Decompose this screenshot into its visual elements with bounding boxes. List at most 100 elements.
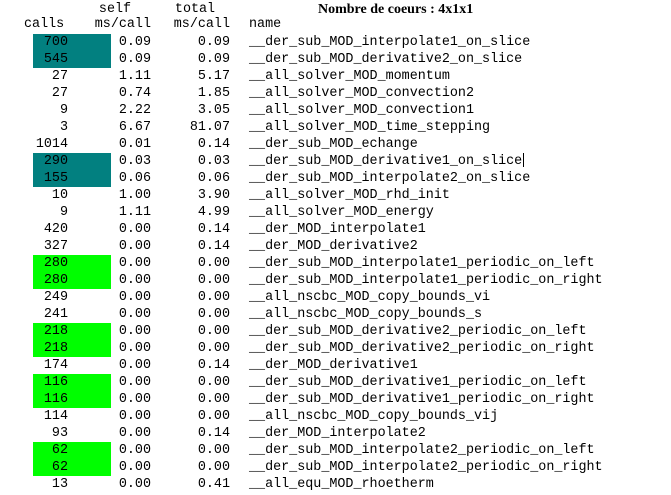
function-name-cell: __der_sub_MOD_echange bbox=[249, 137, 418, 152]
table-row: 116 0.00 0.00 __der_sub_MOD_derivative1_per… bbox=[0, 391, 671, 408]
self-ms-cell: 0.00 bbox=[118, 358, 151, 373]
calls-cell: 62 bbox=[51, 460, 68, 475]
table-row: 327 0.00 0.14 __der_MOD_derivative2 bbox=[0, 238, 671, 255]
function-name-cell: __all_solver_MOD_momentum bbox=[249, 69, 450, 84]
table-row: 116 0.00 0.00 __der_sub_MOD_derivative1_per… bbox=[0, 374, 671, 391]
table-row: 1014 0.01 0.14 __der_sub_MOD_echange bbox=[0, 136, 671, 153]
calls-cell: 1014 bbox=[35, 137, 68, 152]
self-ms-cell: 0.00 bbox=[118, 409, 151, 424]
function-name-cell: __der_sub_MOD_interpolate1_periodic_on_r… bbox=[249, 273, 603, 288]
self-ms-cell: 0.00 bbox=[118, 290, 151, 305]
self-ms-cell: 0.00 bbox=[118, 392, 151, 407]
function-name-cell: __der_sub_MOD_interpolate2_periodic_on_l… bbox=[249, 443, 595, 458]
calls-cell: 93 bbox=[51, 426, 68, 441]
table-row: 218 0.00 0.00 __der_sub_MOD_derivative2_per… bbox=[0, 340, 671, 357]
self-ms-cell: 0.03 bbox=[118, 154, 151, 169]
total-ms-cell: 0.14 bbox=[197, 239, 230, 254]
self-ms-cell: 0.00 bbox=[118, 375, 151, 390]
table-row: 700 0.09 0.09 __der_sub_MOD_interpolate1_on… bbox=[0, 34, 671, 51]
calls-cell: 114 bbox=[43, 409, 68, 424]
table-row: 241 0.00 0.00 __all_nscbc_MOD_copy_bounds_s bbox=[0, 306, 671, 323]
table-row: 62 0.00 0.00 __der_sub_MOD_interpolate2_per… bbox=[0, 459, 671, 476]
function-name-cell: __der_MOD_derivative1 bbox=[249, 358, 418, 373]
function-name-cell: __all_nscbc_MOD_copy_bounds_s bbox=[249, 307, 483, 322]
header-self-unit: ms/call bbox=[94, 17, 151, 32]
table-row: 280 0.00 0.00 __der_sub_MOD_interpolate1_pe… bbox=[0, 272, 671, 289]
function-name-cell: __all_nscbc_MOD_copy_bounds_vi bbox=[249, 290, 491, 305]
header-total: total bbox=[174, 2, 216, 17]
self-ms-cell: 0.00 bbox=[118, 477, 151, 492]
function-name-cell: __all_equ_MOD_rhoetherm bbox=[249, 477, 434, 492]
table-row: 9 1.11 4.99 __all_solver_MOD_energy bbox=[0, 204, 671, 221]
table-row: 420 0.00 0.14 __der_MOD_interpolate1 bbox=[0, 221, 671, 238]
total-ms-cell: 0.14 bbox=[197, 222, 230, 237]
total-ms-cell: 0.00 bbox=[197, 307, 230, 322]
function-name-cell: __der_MOD_interpolate2 bbox=[249, 426, 426, 441]
total-ms-cell: 3.05 bbox=[197, 103, 230, 118]
function-name-cell: __all_nscbc_MOD_copy_bounds_vij bbox=[249, 409, 499, 424]
self-ms-cell: 0.09 bbox=[118, 52, 151, 67]
table-row: 155 0.06 0.06 __der_sub_MOD_interpolate2_on… bbox=[0, 170, 671, 187]
table-row: 280 0.00 0.00 __der_sub_MOD_interpolate1_pe… bbox=[0, 255, 671, 272]
self-ms-cell: 0.00 bbox=[118, 341, 151, 356]
calls-cell: 280 bbox=[43, 256, 68, 271]
total-ms-cell: 3.90 bbox=[197, 188, 230, 203]
function-name-cell: __der_MOD_derivative2 bbox=[249, 239, 418, 254]
calls-cell: 116 bbox=[43, 375, 68, 390]
self-ms-cell: 0.06 bbox=[118, 171, 151, 186]
self-ms-cell: 0.00 bbox=[118, 307, 151, 322]
page-title: Nombre de coeurs : 4x1x1 bbox=[318, 2, 474, 17]
total-ms-cell: 5.17 bbox=[197, 69, 230, 84]
table-row: 9 2.22 3.05 __all_solver_MOD_convection1 bbox=[0, 102, 671, 119]
calls-cell: 290 bbox=[43, 154, 68, 169]
calls-cell: 13 bbox=[51, 477, 68, 492]
self-ms-cell: 0.09 bbox=[118, 35, 151, 50]
function-name-cell: __der_sub_MOD_interpolate1_periodic_on_l… bbox=[249, 256, 595, 271]
function-name-cell: __der_sub_MOD_derivative1_on_slice bbox=[249, 153, 525, 169]
self-ms-cell: 0.00 bbox=[118, 273, 151, 288]
function-name-cell: __der_sub_MOD_derivative2_periodic_on_le… bbox=[249, 324, 587, 339]
function-name-cell: __all_solver_MOD_convection2 bbox=[249, 86, 474, 101]
calls-cell: 10 bbox=[51, 188, 68, 203]
total-ms-cell: 0.00 bbox=[197, 256, 230, 271]
self-ms-cell: 0.01 bbox=[118, 137, 151, 152]
self-ms-cell: 6.67 bbox=[118, 120, 151, 135]
self-ms-cell: 0.74 bbox=[118, 86, 151, 101]
total-ms-cell: 1.85 bbox=[197, 86, 230, 101]
function-name-cell: __der_sub_MOD_derivative2_on_slice bbox=[249, 52, 523, 67]
self-ms-cell: 1.00 bbox=[118, 188, 151, 203]
calls-cell: 241 bbox=[43, 307, 68, 322]
calls-cell: 27 bbox=[51, 69, 68, 84]
self-ms-cell: 0.00 bbox=[118, 443, 151, 458]
table-row: 3 6.67 81.07 __all_solver_MOD_time_stepping bbox=[0, 119, 671, 136]
calls-cell: 545 bbox=[43, 52, 68, 67]
table-row: 114 0.00 0.00 __all_nscbc_MOD_copy_bounds_v… bbox=[0, 408, 671, 425]
function-name-cell: __der_sub_MOD_derivative2_periodic_on_ri… bbox=[249, 341, 595, 356]
function-name-cell: __der_sub_MOD_derivative1_periodic_on_ri… bbox=[249, 392, 595, 407]
total-ms-cell: 0.14 bbox=[197, 358, 230, 373]
function-name-cell: __all_solver_MOD_convection1 bbox=[249, 103, 474, 118]
total-ms-cell: 4.99 bbox=[197, 205, 230, 220]
table-row: 218 0.00 0.00 __der_sub_MOD_derivative2_per… bbox=[0, 323, 671, 340]
table-row: 27 0.74 1.85 __all_solver_MOD_convection2 bbox=[0, 85, 671, 102]
calls-cell: 218 bbox=[43, 324, 68, 339]
total-ms-cell: 0.03 bbox=[197, 154, 230, 169]
calls-cell: 420 bbox=[43, 222, 68, 237]
function-name-cell: __der_sub_MOD_derivative1_periodic_on_le… bbox=[249, 375, 587, 390]
self-ms-cell: 1.11 bbox=[118, 69, 151, 84]
calls-cell: 280 bbox=[43, 273, 68, 288]
total-ms-cell: 0.14 bbox=[197, 137, 230, 152]
text-cursor bbox=[523, 153, 525, 168]
total-ms-cell: 0.00 bbox=[197, 341, 230, 356]
self-ms-cell: 0.00 bbox=[118, 324, 151, 339]
calls-cell: 327 bbox=[43, 239, 68, 254]
function-name-cell: __all_solver_MOD_energy bbox=[249, 205, 434, 220]
header-calls: calls bbox=[24, 17, 65, 32]
calls-cell: 249 bbox=[43, 290, 68, 305]
total-ms-cell: 0.00 bbox=[197, 290, 230, 305]
header-name: name bbox=[249, 17, 282, 32]
calls-cell: 174 bbox=[43, 358, 68, 373]
self-ms-cell: 0.00 bbox=[118, 239, 151, 254]
table-row: 290 0.03 0.03 __der_sub_MOD_derivative1_on_… bbox=[0, 153, 671, 170]
function-name-cell: __der_MOD_interpolate1 bbox=[249, 222, 426, 237]
